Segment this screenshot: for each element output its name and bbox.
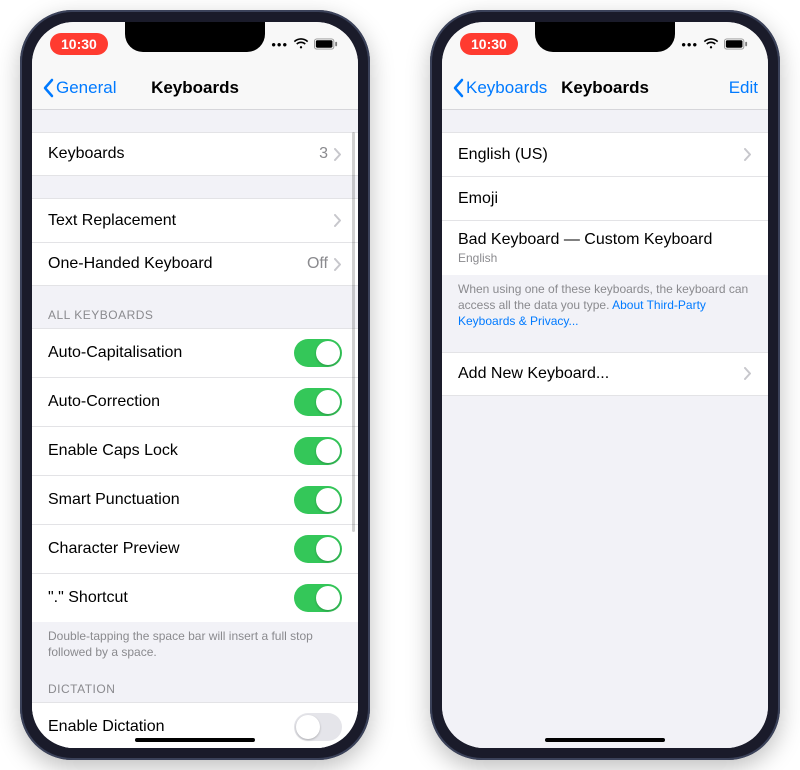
back-label: General: [56, 78, 116, 98]
shortcut-label: "." Shortcut: [48, 589, 294, 607]
one-handed-value: Off: [307, 255, 328, 273]
phone-right: 10:30 ••• Keyboards Keyboards Edit: [430, 10, 780, 760]
keyboard-emoji-label: Emoji: [458, 190, 752, 208]
text-replacement-label: Text Replacement: [48, 212, 334, 230]
character-preview-label: Character Preview: [48, 540, 294, 558]
auto-correction-label: Auto-Correction: [48, 393, 294, 411]
cellular-icon: •••: [681, 37, 698, 52]
back-button[interactable]: General: [42, 78, 132, 98]
chevron-left-icon: [452, 78, 464, 98]
keyboard-custom-row[interactable]: Bad Keyboard — Custom Keyboard English: [442, 220, 768, 275]
wifi-icon: [293, 38, 309, 50]
back-button[interactable]: Keyboards: [452, 78, 547, 98]
enable-dictation-toggle[interactable]: [294, 713, 342, 741]
chevron-right-icon: [744, 148, 752, 161]
recording-time-pill[interactable]: 10:30: [50, 33, 108, 55]
keyboards-label: Keyboards: [48, 145, 319, 163]
smart-punctuation-label: Smart Punctuation: [48, 491, 294, 509]
auto-capitalisation-row: Auto-Capitalisation: [32, 328, 358, 377]
all-keyboards-header: ALL KEYBOARDS: [32, 308, 358, 328]
home-indicator[interactable]: [135, 738, 255, 742]
add-new-keyboard-row[interactable]: Add New Keyboard...: [442, 352, 768, 396]
character-preview-row: Character Preview: [32, 524, 358, 573]
keyboards-count: 3: [319, 145, 328, 163]
keyboard-custom-sublabel: English: [458, 251, 497, 265]
home-indicator[interactable]: [545, 738, 665, 742]
nav-title: Keyboards: [561, 78, 649, 98]
scrollbar[interactable]: [352, 132, 355, 532]
shortcut-footer: Double-tapping the space bar will insert…: [32, 622, 358, 660]
keyboard-emoji-row[interactable]: Emoji: [442, 176, 768, 220]
wifi-icon: [703, 38, 719, 50]
battery-icon: [314, 38, 338, 50]
smart-punctuation-toggle[interactable]: [294, 486, 342, 514]
caps-lock-row: Enable Caps Lock: [32, 426, 358, 475]
character-preview-toggle[interactable]: [294, 535, 342, 563]
settings-content[interactable]: Keyboards 3 Text Replacement One-Handed …: [32, 110, 358, 748]
chevron-right-icon: [744, 367, 752, 380]
third-party-footer: When using one of these keyboards, the k…: [442, 275, 768, 330]
enable-dictation-label: Enable Dictation: [48, 718, 294, 736]
auto-correction-row: Auto-Correction: [32, 377, 358, 426]
auto-correction-toggle[interactable]: [294, 388, 342, 416]
status-icons: •••: [271, 37, 338, 52]
nav-title: Keyboards: [151, 78, 239, 98]
one-handed-row[interactable]: One-Handed Keyboard Off: [32, 242, 358, 286]
back-label: Keyboards: [466, 78, 547, 98]
dictation-header: DICTATION: [32, 682, 358, 702]
chevron-right-icon: [334, 148, 342, 161]
nav-bar: General Keyboards: [32, 66, 358, 110]
add-new-keyboard-label: Add New Keyboard...: [458, 365, 744, 383]
phone-left: 10:30 ••• General Keyboards: [20, 10, 370, 760]
chevron-left-icon: [42, 78, 54, 98]
keyboard-list-content[interactable]: English (US) Emoji Bad Keyboard — Custom…: [442, 110, 768, 748]
shortcut-toggle[interactable]: [294, 584, 342, 612]
keyboard-english-label: English (US): [458, 146, 744, 164]
chevron-right-icon: [334, 214, 342, 227]
edit-button[interactable]: Edit: [668, 78, 758, 98]
caps-lock-label: Enable Caps Lock: [48, 442, 294, 460]
nav-bar: Keyboards Keyboards Edit: [442, 66, 768, 110]
keyboard-english-row[interactable]: English (US): [442, 132, 768, 176]
keyboards-row[interactable]: Keyboards 3: [32, 132, 358, 176]
status-icons: •••: [681, 37, 748, 52]
cellular-icon: •••: [271, 37, 288, 52]
battery-icon: [724, 38, 748, 50]
keyboard-custom-label: Bad Keyboard — Custom Keyboard: [458, 231, 712, 249]
screen-right: 10:30 ••• Keyboards Keyboards Edit: [442, 22, 768, 748]
smart-punctuation-row: Smart Punctuation: [32, 475, 358, 524]
notch: [125, 22, 265, 52]
shortcut-row: "." Shortcut: [32, 573, 358, 622]
chevron-right-icon: [334, 258, 342, 271]
text-replacement-row[interactable]: Text Replacement: [32, 198, 358, 242]
notch: [535, 22, 675, 52]
one-handed-label: One-Handed Keyboard: [48, 255, 307, 273]
screen-left: 10:30 ••• General Keyboards: [32, 22, 358, 748]
recording-time-pill[interactable]: 10:30: [460, 33, 518, 55]
auto-capitalisation-label: Auto-Capitalisation: [48, 344, 294, 362]
auto-capitalisation-toggle[interactable]: [294, 339, 342, 367]
caps-lock-toggle[interactable]: [294, 437, 342, 465]
